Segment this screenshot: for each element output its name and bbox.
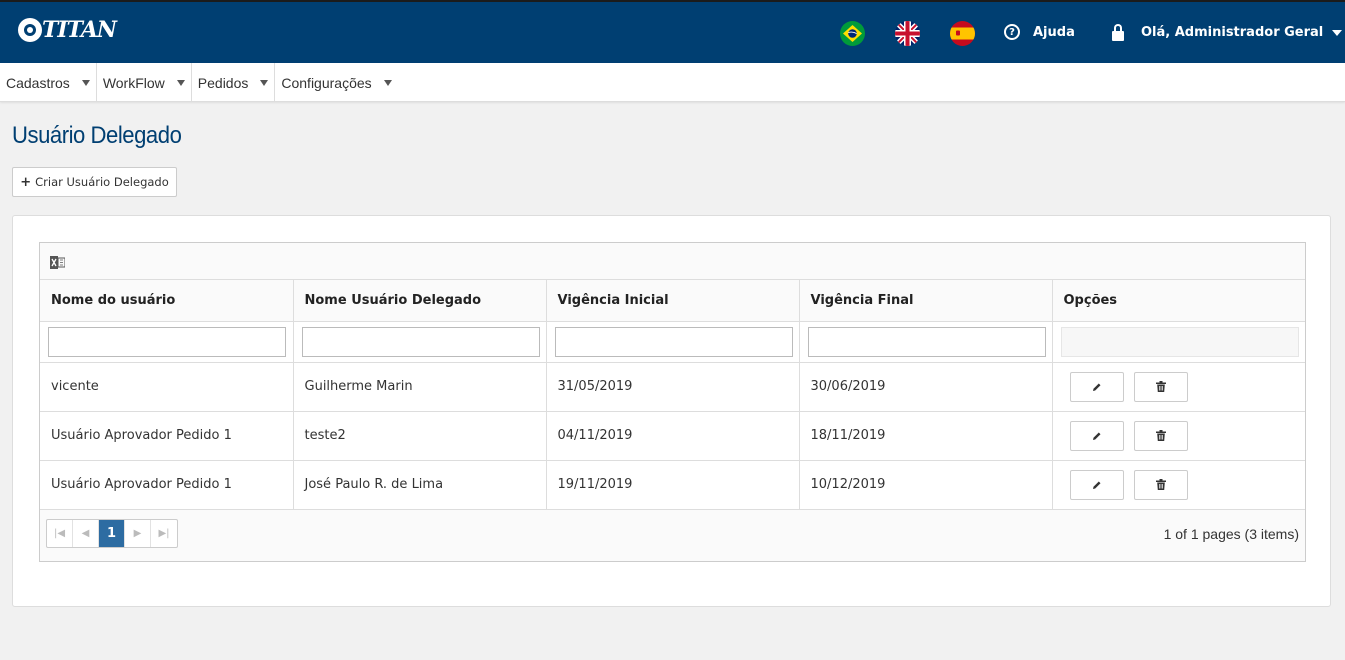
cell-user: vicente <box>40 362 294 412</box>
cell-options <box>1052 411 1305 461</box>
menu-item-cadastros[interactable]: Cadastros <box>0 63 97 102</box>
lock-icon <box>1111 24 1125 41</box>
top-header: TITAN ? Ajuda Olá, Administrador Geral <box>0 0 1345 63</box>
filter-start-date-input[interactable] <box>554 326 793 357</box>
menu-item-label: Pedidos <box>197 74 249 91</box>
page-number-button[interactable]: 1 <box>99 519 125 547</box>
edit-button[interactable] <box>1069 420 1124 451</box>
caret-down-icon <box>383 79 392 86</box>
edit-button[interactable] <box>1069 469 1124 500</box>
column-header-start-date[interactable]: Vigência Inicial <box>546 280 800 322</box>
cell-start-date: 04/11/2019 <box>546 411 800 461</box>
cell-end-date: 10/12/2019 <box>799 460 1053 510</box>
main-menu: Cadastros WorkFlow Pedidos Configurações <box>0 63 1345 102</box>
cell-start-date: 31/05/2019 <box>546 362 800 412</box>
table-header-row: Nome do usuário Nome Usuário Delegado Vi… <box>40 280 1305 322</box>
caret-down-icon <box>1332 29 1343 36</box>
next-page-icon[interactable]: ▶ <box>125 519 151 547</box>
filter-options-cell <box>1060 326 1299 357</box>
pencil-icon <box>1092 432 1100 440</box>
spain-flag-icon[interactable] <box>950 21 975 46</box>
delete-button[interactable] <box>1133 371 1188 402</box>
first-page-icon[interactable]: |◀ <box>47 519 73 547</box>
help-label: Ajuda <box>1033 24 1075 40</box>
delete-button[interactable] <box>1133 420 1188 451</box>
filter-end-date-input[interactable] <box>807 326 1046 357</box>
help-link[interactable]: ? Ajuda <box>1004 24 1075 40</box>
pencil-icon <box>1092 481 1100 489</box>
cell-options <box>1052 460 1305 510</box>
pencil-icon <box>1092 383 1100 391</box>
logo-wheel-icon <box>18 18 42 42</box>
menu-item-pedidos[interactable]: Pedidos <box>192 63 276 102</box>
page-title: Usuário Delegado <box>12 122 182 149</box>
page-info: 1 of 1 pages (3 items) <box>1163 525 1299 542</box>
titan-logo[interactable]: TITAN <box>18 16 117 44</box>
trash-icon <box>1155 430 1166 441</box>
trash-icon <box>1155 381 1166 392</box>
menu-item-label: Configurações <box>281 74 372 91</box>
uk-flag-icon[interactable] <box>895 21 920 46</box>
column-header-end-date[interactable]: Vigência Final <box>799 280 1053 322</box>
cell-delegate: teste2 <box>293 411 547 461</box>
cell-user: Usuário Aprovador Pedido 1 <box>40 411 294 461</box>
table-row: vicente Guilherme Marin 31/05/2019 30/06… <box>40 362 1305 412</box>
column-header-options: Opções <box>1052 280 1305 322</box>
delegates-table: Nome do usuário Nome Usuário Delegado Vi… <box>40 280 1305 510</box>
table-row: Usuário Aprovador Pedido 1 José Paulo R.… <box>40 460 1305 510</box>
last-page-icon[interactable]: ▶| <box>151 520 177 547</box>
create-delegate-button[interactable]: + Criar Usuário Delegado <box>12 167 177 197</box>
cell-delegate: Guilherme Marin <box>293 362 547 412</box>
filter-row <box>40 321 1305 363</box>
delegates-grid: Nome do usuário Nome Usuário Delegado Vi… <box>39 242 1306 562</box>
caret-down-icon <box>176 79 185 86</box>
brazil-flag-icon[interactable] <box>840 21 865 46</box>
question-circle-icon: ? <box>1004 24 1020 40</box>
delete-button[interactable] <box>1133 469 1188 500</box>
grid-toolbar <box>40 243 1305 280</box>
cell-user: Usuário Aprovador Pedido 1 <box>40 460 294 510</box>
cell-delegate: José Paulo R. de Lima <box>293 460 547 510</box>
trash-icon <box>1155 479 1166 490</box>
table-row: Usuário Aprovador Pedido 1 teste2 04/11/… <box>40 411 1305 461</box>
pager: |◀ ◀ 1 ▶ ▶| <box>46 518 178 548</box>
cell-end-date: 18/11/2019 <box>799 411 1053 461</box>
cell-start-date: 19/11/2019 <box>546 460 800 510</box>
pager-row: |◀ ◀ 1 ▶ ▶| 1 of 1 pages (3 items) <box>40 509 1305 560</box>
cell-options <box>1052 362 1305 412</box>
filter-delegate-input[interactable] <box>301 326 540 357</box>
menu-item-configuracoes[interactable]: Configurações <box>275 63 397 102</box>
filter-user-input[interactable] <box>48 326 286 357</box>
caret-down-icon <box>81 79 90 86</box>
plus-icon: + <box>20 174 32 190</box>
column-header-user[interactable]: Nome do usuário <box>40 280 294 322</box>
user-menu[interactable]: Olá, Administrador Geral <box>1111 24 1343 41</box>
column-header-delegate[interactable]: Nome Usuário Delegado <box>293 280 547 322</box>
edit-button[interactable] <box>1069 371 1124 402</box>
cell-end-date: 30/06/2019 <box>799 362 1053 412</box>
create-delegate-label: Criar Usuário Delegado <box>35 175 169 189</box>
caret-down-icon <box>260 79 269 86</box>
excel-export-icon[interactable] <box>50 254 66 269</box>
logo-text: TITAN <box>42 17 117 43</box>
user-greeting: Olá, Administrador Geral <box>1141 25 1324 40</box>
prev-page-icon[interactable]: ◀ <box>73 519 99 547</box>
menu-item-workflow[interactable]: WorkFlow <box>97 63 192 102</box>
menu-item-label: Cadastros <box>6 74 70 91</box>
menu-item-label: WorkFlow <box>102 74 165 91</box>
content-panel: Nome do usuário Nome Usuário Delegado Vi… <box>12 215 1331 607</box>
